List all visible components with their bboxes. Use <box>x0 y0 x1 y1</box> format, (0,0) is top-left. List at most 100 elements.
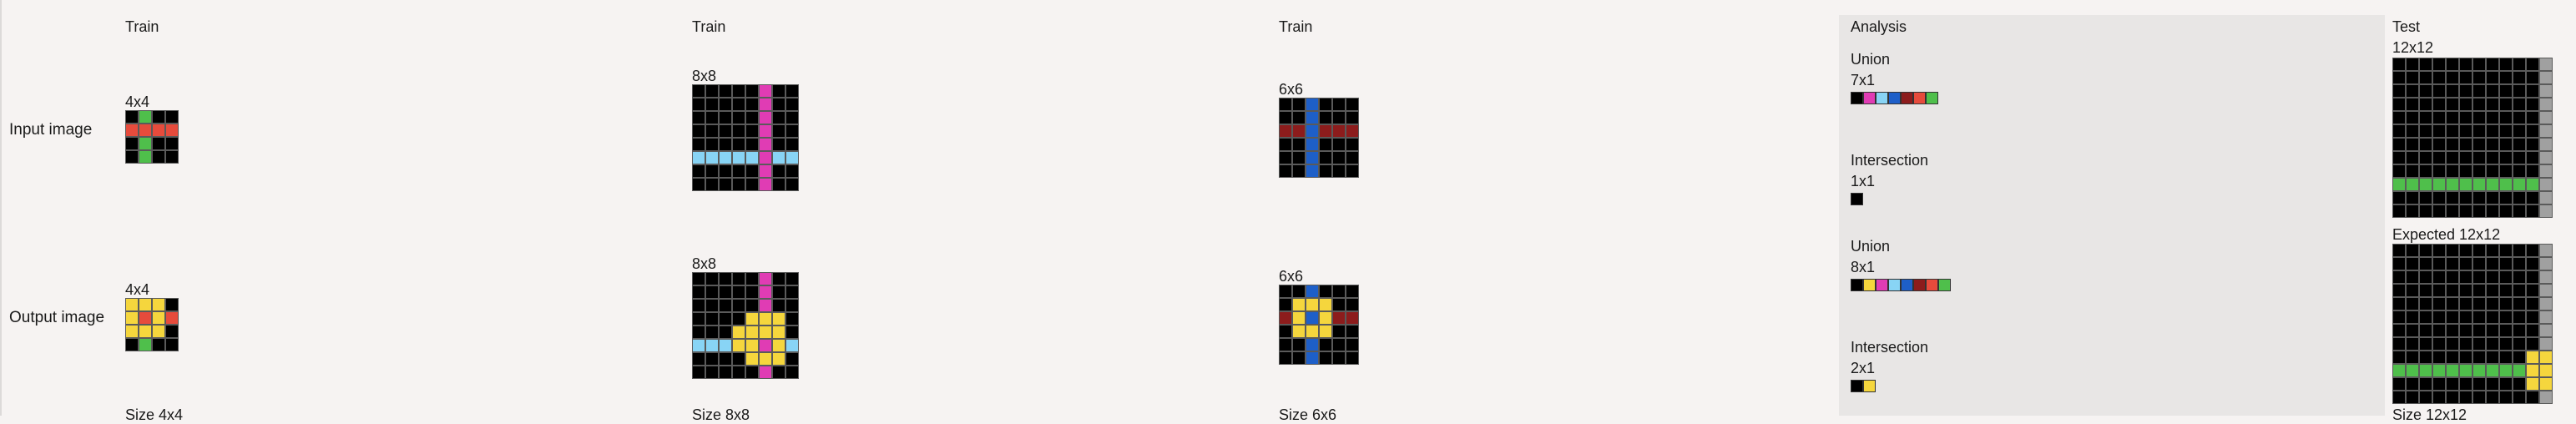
grid-cell <box>1346 124 1359 138</box>
grid-cell <box>732 151 745 164</box>
grid-cell <box>719 312 732 326</box>
grid-cell <box>2392 297 2406 310</box>
grid-cell <box>2419 98 2432 111</box>
grid-cell <box>2513 270 2526 284</box>
grid-cell <box>165 298 179 311</box>
expected-output-label: Expected 12x12 <box>2392 226 2501 243</box>
grid-cell <box>2513 244 2526 257</box>
grid-cell <box>2392 244 2406 257</box>
grid-cell <box>2392 284 2406 297</box>
grid-cell <box>759 312 772 326</box>
grid-cell <box>2446 98 2459 111</box>
grid-cell <box>2446 111 2459 124</box>
train-output-grid <box>125 298 179 351</box>
color-swatch <box>1888 279 1901 291</box>
grid-cell <box>1306 298 1319 311</box>
grid-cell <box>785 178 799 191</box>
grid-cell <box>2459 284 2472 297</box>
grid-cell <box>2526 98 2539 111</box>
grid-cell <box>2406 284 2419 297</box>
grid-cell <box>1346 138 1359 151</box>
grid-cell <box>2486 124 2499 138</box>
grid-cell <box>2539 204 2553 218</box>
grid-cell <box>772 299 785 312</box>
grid-cell <box>2419 71 2432 84</box>
grid-cell <box>2419 138 2432 151</box>
grid-cell <box>1319 151 1332 164</box>
grid-cell <box>759 98 772 111</box>
grid-cell <box>2406 98 2419 111</box>
grid-cell <box>2486 111 2499 124</box>
grid-cell <box>152 338 165 351</box>
grid-cell <box>2472 191 2486 204</box>
grid-cell <box>2486 98 2499 111</box>
color-swatch <box>1863 279 1876 291</box>
grid-cell <box>2446 124 2459 138</box>
grid-cell <box>2472 164 2486 178</box>
grid-cell <box>165 124 179 137</box>
grid-cell <box>705 111 719 124</box>
grid-cell <box>732 272 745 285</box>
expected-output-grid <box>2392 244 2553 404</box>
grid-cell <box>1332 351 1346 365</box>
grid-cell <box>2486 391 2499 404</box>
grid-cell <box>732 98 745 111</box>
left-border <box>0 0 2 416</box>
grid-cell <box>2392 111 2406 124</box>
grid-cell <box>2486 178 2499 191</box>
grid-cell <box>2539 58 2553 71</box>
grid-cell <box>1332 298 1346 311</box>
grid-cell <box>1346 338 1359 351</box>
grid-cell <box>2459 98 2472 111</box>
grid-cell <box>2406 377 2419 391</box>
grid-cell <box>1332 111 1346 124</box>
color-swatch <box>1876 279 1888 291</box>
grid-cell <box>1346 311 1359 325</box>
grid-cell <box>2459 204 2472 218</box>
grid-cell <box>772 272 785 285</box>
grid-cell <box>759 178 772 191</box>
grid-cell <box>1319 338 1332 351</box>
grid-cell <box>1279 298 1292 311</box>
grid-cell <box>1306 325 1319 338</box>
grid-cell <box>2419 324 2432 337</box>
grid-cell <box>2539 324 2553 337</box>
grid-cell <box>2406 270 2419 284</box>
grid-cell <box>2432 364 2446 377</box>
grid-cell <box>705 352 719 366</box>
grid-cell <box>2499 164 2513 178</box>
grid-cell <box>1279 164 1292 178</box>
grid-cell <box>2472 391 2486 404</box>
grid-cell <box>2406 58 2419 71</box>
grid-cell <box>2513 391 2526 404</box>
grid-cell <box>719 98 732 111</box>
grid-cell <box>2472 138 2486 151</box>
color-swatch <box>1901 279 1913 291</box>
color-swatch <box>1913 279 1926 291</box>
grid-cell <box>2499 310 2513 324</box>
grid-cell <box>2539 111 2553 124</box>
grid-cell <box>2513 351 2526 364</box>
grid-cell <box>2459 84 2472 98</box>
grid-cell <box>139 150 152 164</box>
grid-cell <box>2446 310 2459 324</box>
grid-cell <box>2432 270 2446 284</box>
grid-cell <box>732 111 745 124</box>
grid-cell <box>2446 151 2459 164</box>
grid-cell <box>2432 111 2446 124</box>
grid-cell <box>1306 124 1319 138</box>
color-swatch <box>1851 380 1863 392</box>
grid-cell <box>165 311 179 325</box>
pair-header: Train <box>692 18 726 35</box>
grid-cell <box>2472 84 2486 98</box>
grid-cell <box>772 84 785 98</box>
grid-cell <box>2419 337 2432 351</box>
grid-cell <box>1279 98 1292 111</box>
grid-cell <box>2459 138 2472 151</box>
grid-cell <box>2499 364 2513 377</box>
grid-cell <box>2526 151 2539 164</box>
grid-cell <box>759 339 772 352</box>
grid-cell <box>1292 351 1306 365</box>
grid-cell <box>2486 364 2499 377</box>
grid-cell <box>2419 297 2432 310</box>
